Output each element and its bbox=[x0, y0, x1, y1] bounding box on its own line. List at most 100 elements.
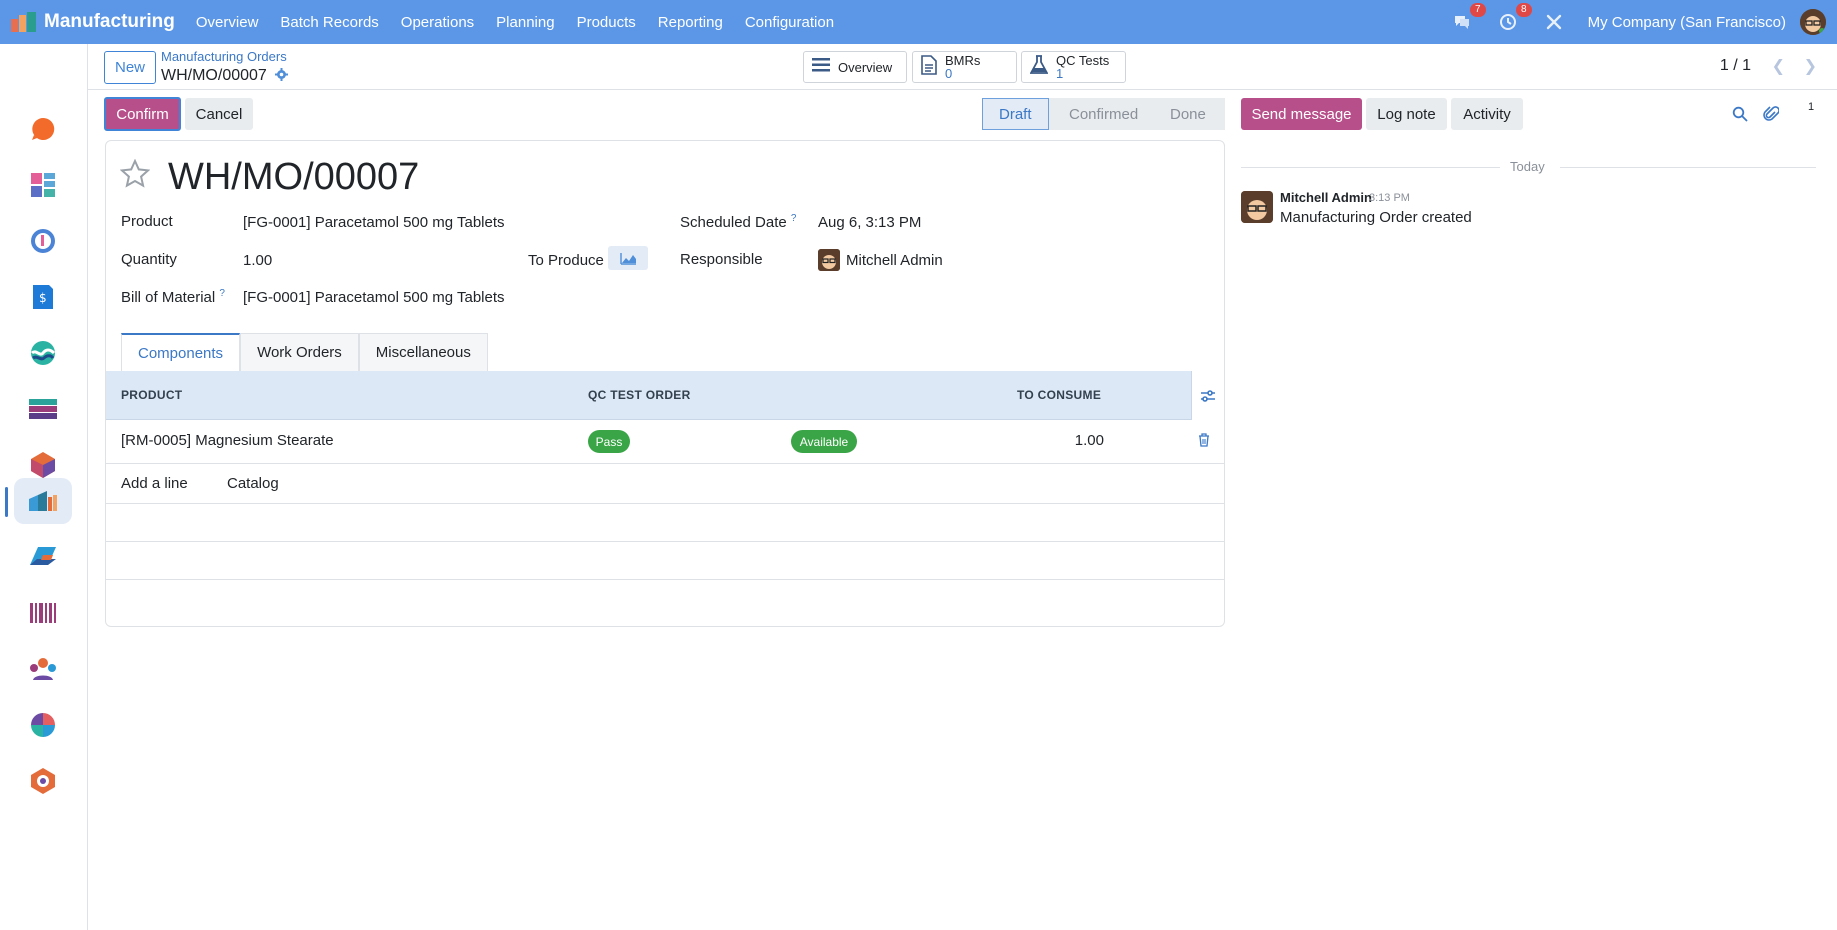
active-app-indicator bbox=[5, 487, 8, 517]
document-icon bbox=[921, 55, 937, 79]
responsible-label: Responsible bbox=[680, 251, 763, 268]
bill-of-material-label: Bill of Material ? bbox=[121, 288, 225, 306]
bmrs-smart-button[interactable]: BMRs 0 bbox=[912, 51, 1017, 83]
header-qc-test-order[interactable]: QC TEST ORDER bbox=[588, 388, 691, 402]
add-a-line-link[interactable]: Add a line bbox=[121, 475, 188, 492]
optional-columns-icon[interactable] bbox=[1191, 371, 1224, 420]
scheduled-date-field[interactable]: Aug 6, 3:13 PM bbox=[818, 214, 921, 231]
tools-icon[interactable] bbox=[1542, 10, 1566, 34]
message-time: 3:13 PM bbox=[1369, 192, 1410, 204]
menu-overview[interactable]: Overview bbox=[196, 14, 259, 31]
responsible-avatar bbox=[818, 249, 840, 271]
breadcrumb-current-record: WH/MO/00007 bbox=[161, 67, 288, 85]
header-to-consume[interactable]: TO CONSUME bbox=[1017, 388, 1101, 402]
table-header: PRODUCT QC TEST ORDER TO CONSUME bbox=[106, 371, 1224, 420]
calendar-app-icon[interactable] bbox=[14, 218, 72, 264]
bmrs-text: BMRs 0 bbox=[945, 54, 980, 80]
row-to-consume[interactable]: 1.00 bbox=[1036, 432, 1104, 449]
apps-sidebar: $ bbox=[0, 44, 88, 930]
product-field[interactable]: [FG-0001] Paracetamol 500 mg Tablets bbox=[243, 214, 505, 231]
notebook-tabs: Components Work Orders Miscellaneous bbox=[121, 333, 488, 371]
followers-count[interactable]: 1 bbox=[1808, 101, 1814, 113]
responsible-field[interactable]: Mitchell Admin bbox=[846, 252, 943, 269]
table-row[interactable]: [RM-0005] Magnesium Stearate Pass Availa… bbox=[106, 420, 1224, 464]
new-button[interactable]: New bbox=[104, 51, 157, 84]
record-name-text: WH/MO/00007 bbox=[161, 67, 267, 84]
qc-tests-smart-button[interactable]: QC Tests 1 bbox=[1021, 51, 1126, 83]
tab-miscellaneous[interactable]: Miscellaneous bbox=[358, 333, 488, 371]
dashboards-app-icon[interactable] bbox=[14, 162, 72, 208]
cancel-button[interactable]: Cancel bbox=[185, 98, 253, 130]
flask-icon bbox=[1029, 55, 1049, 79]
menu-operations[interactable]: Operations bbox=[401, 14, 474, 31]
barcode-app-icon[interactable] bbox=[14, 590, 72, 636]
status-bar: Draft Confirmed Done bbox=[982, 98, 1225, 130]
log-note-button[interactable]: Log note bbox=[1366, 98, 1447, 130]
user-avatar[interactable] bbox=[1800, 9, 1826, 35]
forecast-chart-button[interactable] bbox=[608, 246, 648, 270]
company-switcher[interactable]: My Company (San Francisco) bbox=[1588, 14, 1786, 31]
activity-button[interactable]: Activity bbox=[1451, 98, 1523, 130]
availability-badge: Available bbox=[791, 430, 857, 453]
bom-help-icon[interactable]: ? bbox=[219, 288, 225, 299]
control-panel: New Manufacturing Orders WH/MO/00007 Ove… bbox=[88, 44, 1837, 90]
send-message-button[interactable]: Send message bbox=[1241, 98, 1362, 130]
menu-products[interactable]: Products bbox=[577, 14, 636, 31]
surveys-app-icon[interactable] bbox=[14, 702, 72, 748]
confirm-button[interactable]: Confirm bbox=[104, 97, 181, 131]
scheduled-help-icon[interactable]: ? bbox=[791, 213, 797, 224]
gear-icon[interactable] bbox=[274, 68, 288, 84]
accounting-app-icon[interactable] bbox=[14, 386, 72, 432]
pager-next-icon[interactable]: ❯ bbox=[1804, 56, 1817, 76]
search-icon[interactable] bbox=[1731, 105, 1749, 123]
employees-app-icon[interactable] bbox=[14, 646, 72, 692]
manufacturing-sidebar-icon[interactable] bbox=[14, 478, 72, 524]
messages-icon[interactable]: 7 bbox=[1450, 3, 1486, 34]
tab-components[interactable]: Components bbox=[121, 333, 241, 371]
message-author[interactable]: Mitchell Admin bbox=[1280, 190, 1372, 205]
discuss-app-icon[interactable] bbox=[14, 106, 72, 152]
scheduled-date-label: Scheduled Date ? bbox=[680, 213, 797, 231]
quantity-field[interactable]: 1.00 bbox=[243, 252, 272, 269]
catalog-link[interactable]: Catalog bbox=[227, 475, 279, 492]
header-product[interactable]: PRODUCT bbox=[121, 388, 182, 402]
documents-app-icon[interactable] bbox=[14, 534, 72, 580]
star-icon[interactable] bbox=[119, 158, 151, 189]
bill-of-material-field[interactable]: [FG-0001] Paracetamol 500 mg Tablets bbox=[243, 289, 505, 306]
overview-smart-button[interactable]: Overview bbox=[803, 51, 907, 83]
product-label: Product bbox=[121, 213, 173, 230]
pager-previous-icon[interactable]: ❮ bbox=[1772, 56, 1785, 76]
tab-work-orders[interactable]: Work Orders bbox=[240, 333, 359, 371]
message-author-avatar[interactable] bbox=[1241, 191, 1273, 223]
breadcrumb-manufacturing-orders[interactable]: Manufacturing Orders bbox=[161, 49, 287, 64]
bmrs-count: 0 bbox=[945, 66, 953, 81]
status-confirmed[interactable]: Confirmed bbox=[1049, 98, 1150, 130]
menu-reporting[interactable]: Reporting bbox=[658, 14, 723, 31]
date-separator: Today bbox=[1241, 159, 1816, 175]
menu-batch-records[interactable]: Batch Records bbox=[280, 14, 378, 31]
svg-text:$: $ bbox=[39, 291, 47, 305]
messages-badge: 7 bbox=[1470, 3, 1486, 17]
qc-tests-text: QC Tests 1 bbox=[1056, 54, 1109, 80]
to-produce-label: To Produce bbox=[528, 252, 604, 269]
crm-app-icon[interactable] bbox=[14, 330, 72, 376]
menu-planning[interactable]: Planning bbox=[496, 14, 554, 31]
empty-row bbox=[106, 542, 1224, 580]
pager-value[interactable]: 1 / 1 bbox=[1720, 57, 1751, 75]
quantity-label: Quantity bbox=[121, 251, 177, 268]
quality-app-icon[interactable] bbox=[14, 758, 72, 804]
status-done[interactable]: Done bbox=[1150, 98, 1225, 130]
manufacturing-app-icon[interactable] bbox=[10, 11, 38, 33]
paperclip-icon[interactable] bbox=[1762, 105, 1780, 123]
sales-app-icon[interactable]: $ bbox=[14, 274, 72, 320]
add-line-row: Add a line Catalog bbox=[106, 464, 1224, 504]
delete-trash-icon[interactable] bbox=[1198, 433, 1210, 451]
qc-tests-count: 1 bbox=[1056, 66, 1064, 81]
app-name[interactable]: Manufacturing bbox=[44, 11, 175, 33]
components-table: PRODUCT QC TEST ORDER TO CONSUME [RM-000… bbox=[106, 371, 1224, 580]
menu-configuration[interactable]: Configuration bbox=[745, 14, 834, 31]
qc-pass-badge: Pass bbox=[588, 430, 630, 453]
status-draft[interactable]: Draft bbox=[982, 98, 1049, 130]
activities-clock-icon[interactable]: 8 bbox=[1496, 3, 1532, 34]
row-product[interactable]: [RM-0005] Magnesium Stearate bbox=[121, 432, 334, 449]
